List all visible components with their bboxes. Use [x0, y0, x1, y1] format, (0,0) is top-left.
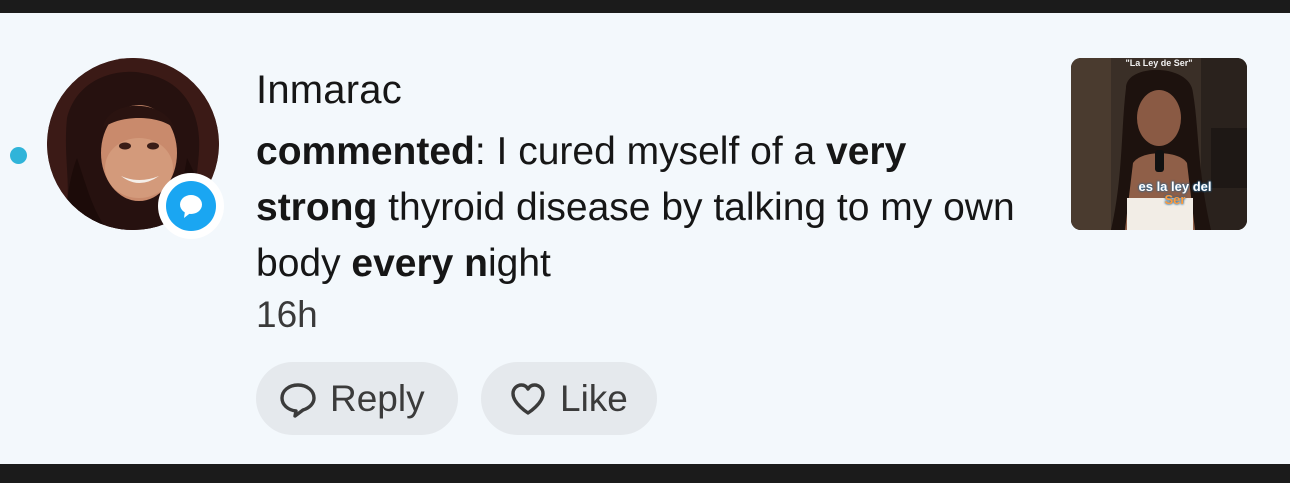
like-button[interactable]: Like [481, 362, 657, 435]
reply-button[interactable]: Reply [256, 362, 458, 435]
thumbnail-title: "La Ley de Ser" [1125, 58, 1193, 68]
notification-card[interactable]: Inmarac commented: I cured myself of a v… [0, 13, 1290, 464]
thumbnail-caption: es la ley del Ser [1119, 180, 1231, 206]
comment-badge [158, 173, 224, 239]
speech-bubble-icon [280, 382, 316, 418]
timestamp: 16h [256, 294, 318, 335]
comment-segment: : I cured myself of a [474, 130, 827, 173]
video-thumbnail[interactable]: "La Ley de Ser" es la ley del Ser [1071, 58, 1247, 230]
heart-outline-icon [511, 382, 545, 415]
comment-bold-segment: commented [256, 130, 475, 173]
comment-text: commented: I cured myself of a very stro… [256, 124, 1016, 292]
comment-bold-segment: every n [351, 242, 489, 285]
comment-bubble-icon [180, 195, 202, 218]
reply-label: Reply [330, 377, 425, 419]
like-label: Like [560, 377, 628, 419]
comment-segment: ight [488, 242, 551, 285]
unread-indicator [10, 147, 27, 164]
username[interactable]: Inmarac [256, 68, 402, 113]
thumbnail-caption-line2: Ser [1164, 192, 1186, 207]
